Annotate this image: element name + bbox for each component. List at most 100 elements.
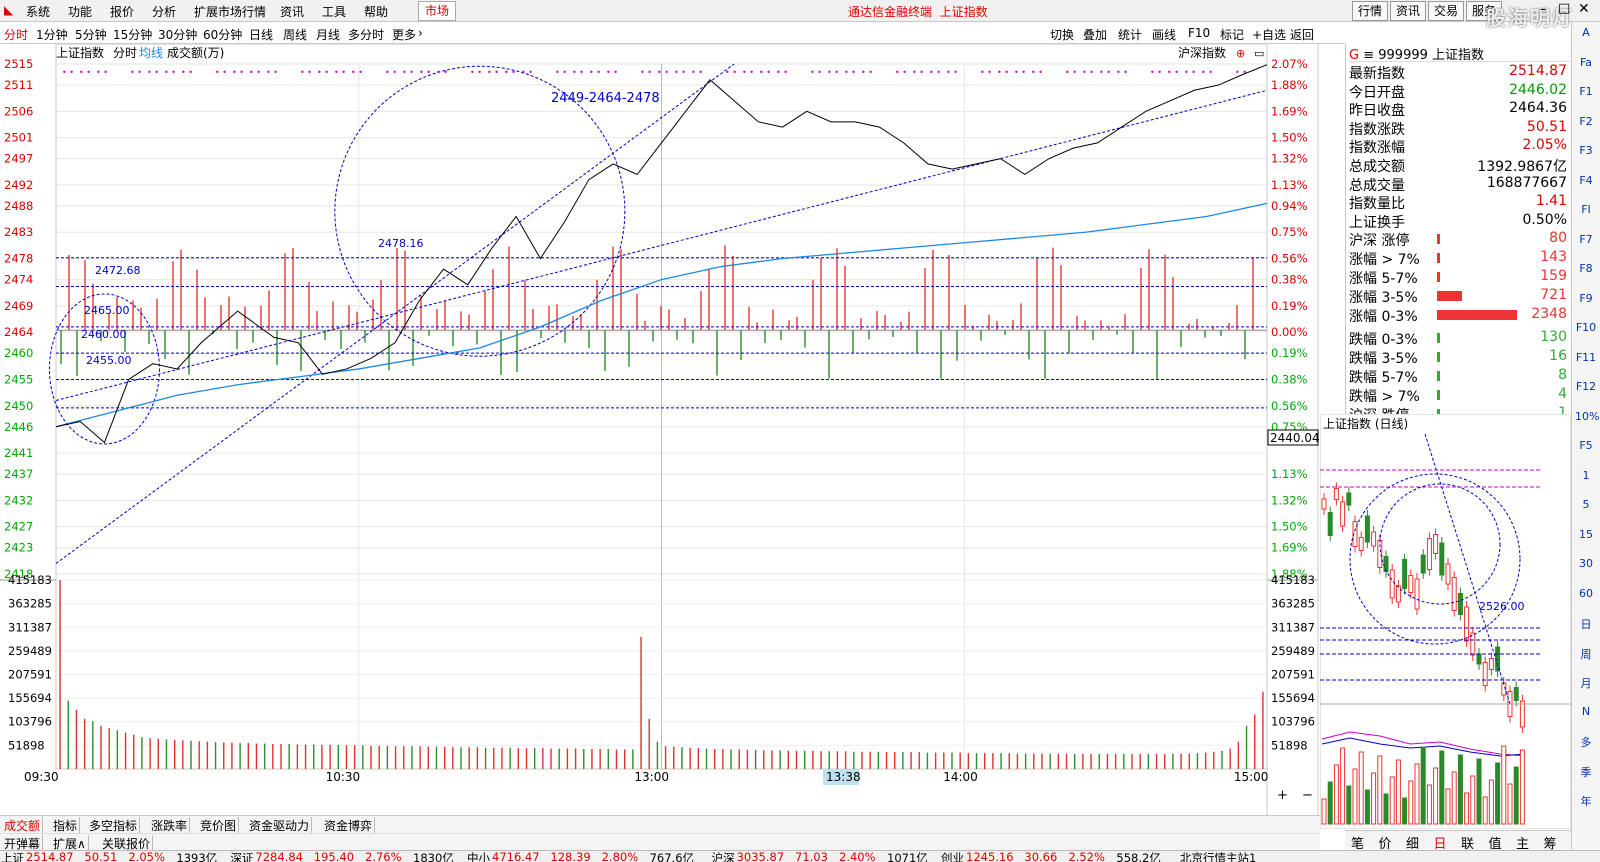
tool-add-favorite[interactable]: +自选 bbox=[1252, 26, 1286, 43]
period-15min[interactable]: 15分钟 bbox=[113, 26, 152, 43]
breadth-row: 跌幅 0-3% 130 bbox=[1349, 329, 1567, 348]
tool-column-button[interactable]: 30 bbox=[1575, 557, 1597, 577]
menu-analysis[interactable]: 分析 bbox=[152, 3, 176, 20]
breadth-bar-fill bbox=[1437, 333, 1440, 343]
pct-tick: 0.19% bbox=[1271, 346, 1308, 360]
tool-column-button[interactable]: 日 bbox=[1575, 616, 1597, 636]
mini-volume-bar bbox=[1426, 784, 1432, 825]
tool-column-button[interactable]: 周 bbox=[1575, 646, 1597, 666]
indicator-tab[interactable]: 指标 bbox=[51, 817, 81, 834]
tool-column-button[interactable]: F2 bbox=[1575, 115, 1597, 135]
period-more[interactable]: 更多 bbox=[392, 26, 416, 43]
tool-column-button[interactable]: F4 bbox=[1575, 174, 1597, 194]
chart-avg-label[interactable]: 均线 bbox=[139, 46, 163, 60]
chevron-right-icon[interactable]: › bbox=[418, 26, 423, 40]
tool-column-button[interactable]: F5 bbox=[1575, 439, 1597, 459]
period-week[interactable]: 周线 bbox=[283, 26, 307, 43]
indicator-tab[interactable]: 资金驱动力 bbox=[247, 817, 313, 834]
menu-quote[interactable]: 报价 bbox=[110, 3, 134, 20]
tool-column-button[interactable]: 5 bbox=[1575, 498, 1597, 518]
chart-tab-fenshi[interactable]: 分时 bbox=[113, 46, 137, 60]
news-button[interactable]: 资讯 bbox=[1390, 1, 1426, 21]
tool-column-button[interactable]: 60 bbox=[1575, 587, 1597, 607]
tool-column-button[interactable]: F11 bbox=[1575, 351, 1597, 371]
tool-column-button[interactable]: 年 bbox=[1575, 793, 1597, 813]
zoom-out-icon[interactable]: − bbox=[1302, 788, 1313, 803]
tool-overlay[interactable]: 叠加 bbox=[1083, 26, 1107, 43]
period-multi[interactable]: 多分时 bbox=[348, 26, 384, 43]
tool-column-button[interactable]: A bbox=[1575, 26, 1597, 46]
app-logo-icon: ◣ bbox=[4, 3, 14, 17]
signal-dot: • • bbox=[521, 68, 533, 77]
tool-column-button[interactable]: 10% bbox=[1575, 410, 1599, 430]
minimize-icon[interactable]: – bbox=[1540, 2, 1547, 17]
tool-column-button[interactable]: 月 bbox=[1575, 675, 1597, 695]
signal-dot: • • bbox=[504, 68, 516, 77]
signal-dot: • • bbox=[402, 68, 414, 77]
daily-mini-chart[interactable]: 上证指数 (日线) 2526.00 bbox=[1320, 414, 1571, 829]
menu-system[interactable]: 系统 bbox=[26, 3, 50, 20]
tool-stats[interactable]: 统计 bbox=[1118, 26, 1142, 43]
signal-dot: • • bbox=[317, 68, 329, 77]
quote-header: G ≡ 999999 上证指数 bbox=[1349, 44, 1571, 63]
tool-column-button[interactable]: F9 bbox=[1575, 292, 1597, 312]
tool-column-button[interactable]: N bbox=[1575, 705, 1597, 725]
tool-switch[interactable]: 切换 bbox=[1050, 26, 1074, 43]
period-day[interactable]: 日线 bbox=[249, 26, 273, 43]
breadth-bar-fill bbox=[1437, 291, 1462, 301]
tool-column-button[interactable]: F12 bbox=[1575, 380, 1597, 400]
tool-column-button[interactable]: 季 bbox=[1575, 764, 1597, 784]
close-icon[interactable]: ✕ bbox=[1578, 1, 1590, 17]
tool-column-button[interactable]: 多 bbox=[1575, 734, 1597, 754]
menu-news[interactable]: 资讯 bbox=[280, 3, 304, 20]
period-toolbar: 分时 1分钟 5分钟 15分钟 30分钟 60分钟 日线 周线 月线 多分时 更… bbox=[0, 23, 1345, 44]
breadth-bar-fill bbox=[1437, 234, 1440, 244]
tool-column-button[interactable]: F3 bbox=[1575, 144, 1597, 164]
tool-column-button[interactable]: FI bbox=[1575, 203, 1597, 223]
period-30min[interactable]: 30分钟 bbox=[158, 26, 197, 43]
square-icon[interactable]: ▭ bbox=[1254, 47, 1264, 60]
tool-draw[interactable]: 画线 bbox=[1152, 26, 1176, 43]
tool-mark[interactable]: 标记 bbox=[1220, 26, 1244, 43]
indicator-tab[interactable]: 涨跌率 bbox=[149, 817, 191, 834]
indicator-tab[interactable]: 多空指标 bbox=[87, 817, 141, 834]
period-1min[interactable]: 1分钟 bbox=[36, 26, 68, 43]
restore-icon[interactable]: □ bbox=[1558, 1, 1570, 16]
period-60min[interactable]: 60分钟 bbox=[203, 26, 242, 43]
tool-column-button[interactable]: F7 bbox=[1575, 233, 1597, 253]
period-fenshi[interactable]: 分时 bbox=[4, 26, 28, 43]
menu-function[interactable]: 功能 bbox=[68, 3, 92, 20]
tool-column-button[interactable]: 1 bbox=[1575, 469, 1597, 489]
signal-dot: • • bbox=[861, 68, 873, 77]
trade-button[interactable]: 交易 bbox=[1428, 1, 1464, 21]
intraday-chart[interactable]: 上证指数 分时 均线 成交额(万) 沪深指数 ⊕ ▭ 2515 2511 2506 2… bbox=[0, 44, 1345, 815]
tool-column-button[interactable]: F10 bbox=[1575, 321, 1597, 341]
menu-ext-market[interactable]: 扩展市场行情 bbox=[194, 3, 266, 20]
quote-button[interactable]: 行情 bbox=[1352, 1, 1388, 21]
pct-tick: 0.38% bbox=[1271, 273, 1308, 287]
breadth-label: 跌幅 0-3% bbox=[1349, 332, 1418, 348]
indicator-tab[interactable]: 资金博弈 bbox=[322, 817, 376, 834]
mini-volume-bar bbox=[1513, 766, 1519, 825]
price-tick: 2446 bbox=[4, 420, 33, 434]
tool-column-button[interactable]: F8 bbox=[1575, 262, 1597, 282]
chart-annotation: 2472.68 bbox=[95, 264, 141, 277]
tool-f10[interactable]: F10 bbox=[1188, 26, 1210, 40]
menu-help[interactable]: 帮助 bbox=[364, 3, 388, 20]
period-5min[interactable]: 5分钟 bbox=[75, 26, 107, 43]
ticker-pct: 2.80% bbox=[601, 850, 639, 862]
tool-column-button[interactable]: 15 bbox=[1575, 528, 1597, 548]
period-month[interactable]: 月线 bbox=[316, 26, 340, 43]
indicator-tab[interactable]: 竞价图 bbox=[198, 817, 240, 834]
indicator-tab[interactable]: 成交额 bbox=[2, 817, 44, 834]
zoom-in-icon[interactable]: + bbox=[1277, 788, 1288, 803]
market-button[interactable]: 市场 bbox=[418, 1, 456, 21]
chart-annotation: 2460.00 bbox=[81, 328, 127, 341]
tool-column-button[interactable]: F1 bbox=[1575, 85, 1597, 105]
signal-dot: • • bbox=[1082, 68, 1094, 77]
menu-tools[interactable]: 工具 bbox=[322, 3, 346, 20]
plus-icon[interactable]: ⊕ bbox=[1236, 47, 1245, 60]
mini-candle bbox=[1519, 700, 1525, 728]
tool-column-button[interactable]: Fa bbox=[1575, 56, 1597, 76]
tool-back[interactable]: 返回 bbox=[1290, 26, 1314, 43]
